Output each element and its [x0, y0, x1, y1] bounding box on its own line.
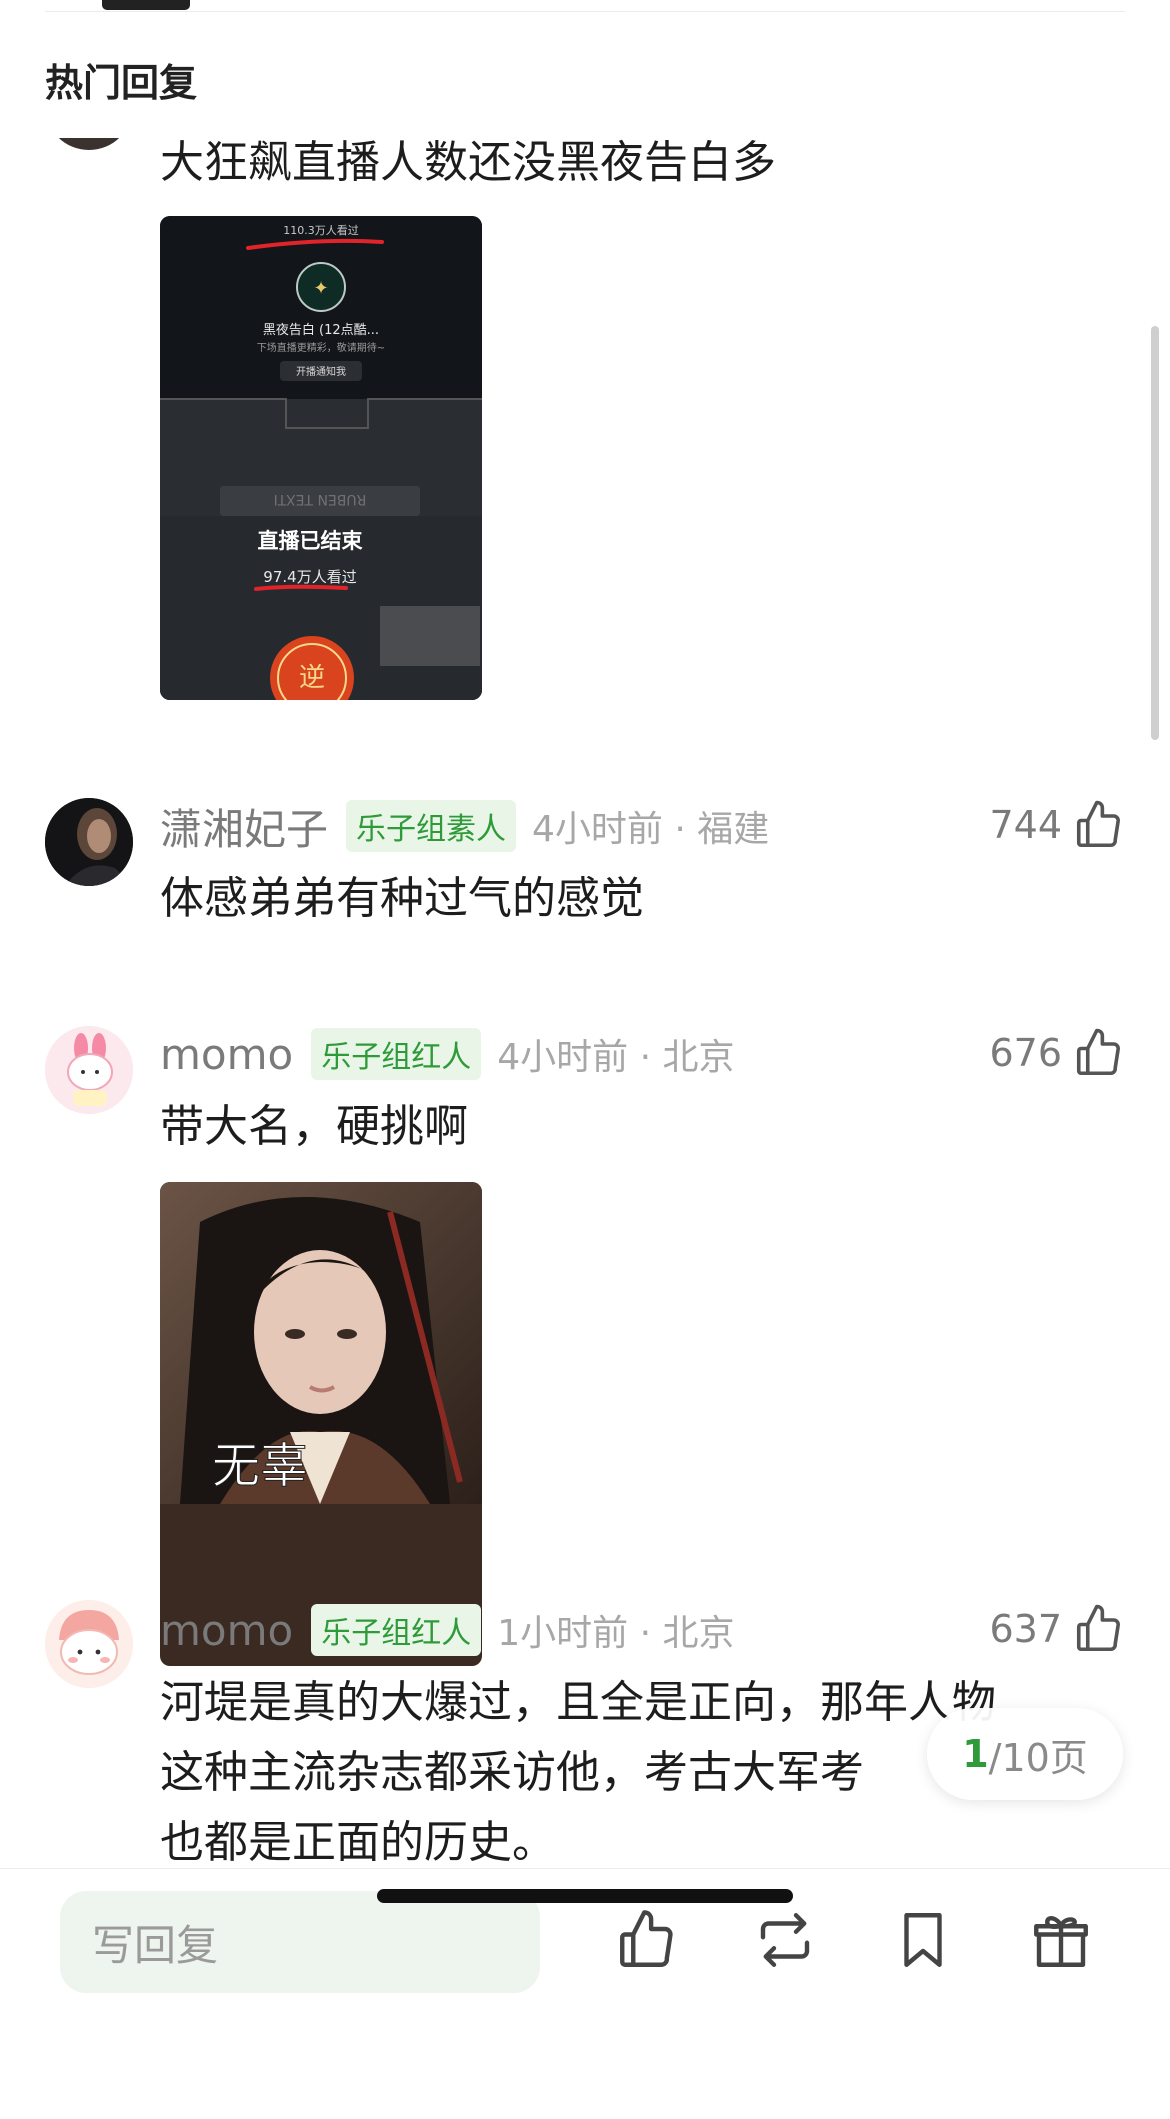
- live-screenshot-graphic: 110.3万人看过 ✦ 黑夜告白 (12点酷... 下场直播更精彩，敬请期待~ …: [160, 216, 482, 700]
- comment-meta: 潇湘妃子 乐子组素人 4小时前 · 福建: [160, 796, 769, 856]
- avatar[interactable]: [45, 1026, 133, 1114]
- like-count: 676: [989, 1031, 1062, 1075]
- username[interactable]: momo: [160, 1030, 293, 1079]
- like-count: 637: [989, 1607, 1062, 1651]
- notify-button: 开播通知我: [296, 365, 346, 378]
- top-divider: [45, 11, 1125, 12]
- comment-image-portrait[interactable]: 无辜: [160, 1182, 482, 1666]
- scrollbar[interactable]: [1151, 326, 1159, 740]
- user-badge[interactable]: 乐子组红人: [311, 1028, 482, 1080]
- time-location: 4小时前 · 北京: [497, 1037, 735, 1078]
- svg-text:逆: 逆: [299, 663, 325, 693]
- active-tab-indicator: [102, 0, 190, 10]
- time-location: 1小时前 · 北京: [497, 1613, 735, 1654]
- user-badge[interactable]: 乐子组红人: [311, 1604, 482, 1656]
- thumbs-up-icon[interactable]: [1072, 798, 1126, 852]
- top-views-text: 110.3万人看过: [283, 223, 359, 237]
- page-indicator[interactable]: 1 /10页: [927, 1708, 1123, 1800]
- home-indicator: [377, 1889, 793, 1903]
- comment-text-line: 这种主流杂志都采访他，考古大军考: [160, 1747, 864, 1798]
- like-count: 744: [989, 803, 1062, 847]
- reply-input[interactable]: 写回复: [60, 1891, 540, 1993]
- bottom-action-bar: 写回复: [0, 1868, 1170, 2119]
- section-title: 热门回复: [45, 61, 198, 105]
- repost-icon[interactable]: [752, 1907, 818, 1973]
- comment-text-line: 河堤是真的大爆过，且全是正向，那年人物: [160, 1677, 996, 1728]
- stream-subtitle: 下场直播更精彩，敬请期待~: [257, 341, 385, 354]
- current-page: 1: [962, 1732, 989, 1776]
- portrait-graphic: 无辜: [160, 1182, 482, 1504]
- user-badge[interactable]: 乐子组素人: [346, 800, 517, 852]
- avatar-illustration: [45, 1026, 133, 1114]
- comment-text: 带大名，硬挑啊: [160, 1101, 468, 1152]
- time-location: 4小时前 · 福建: [532, 809, 770, 850]
- plate-text: RUBEN TEXTI: [274, 491, 367, 507]
- comment-meta: momo 乐子组红人 4小时前 · 北京: [160, 1024, 734, 1084]
- avatar[interactable]: [45, 1600, 133, 1688]
- comment-image-live-screenshot[interactable]: 110.3万人看过 ✦ 黑夜告白 (12点酷... 下场直播更精彩，敬请期待~ …: [160, 216, 482, 700]
- comment-meta: momo 乐子组红人 1小时前 · 北京: [160, 1600, 734, 1660]
- avatar-illustration: [45, 1600, 133, 1688]
- comment-text: 体感弟弟有种过气的感觉: [160, 873, 644, 924]
- avatar-photo: [45, 798, 133, 886]
- username[interactable]: 潇湘妃子: [160, 796, 328, 857]
- gift-icon[interactable]: [1028, 1907, 1094, 1973]
- live-ended-label: 直播已结束: [258, 529, 364, 553]
- avatar[interactable]: [45, 798, 133, 886]
- stream-title: 黑夜告白 (12点酷...: [263, 322, 379, 338]
- bookmark-icon[interactable]: [890, 1907, 956, 1973]
- svg-text:✦: ✦: [313, 278, 328, 299]
- thumbs-up-icon[interactable]: [1072, 1602, 1126, 1656]
- like-icon[interactable]: [614, 1907, 680, 1973]
- image-caption: 无辜: [212, 1438, 308, 1494]
- total-pages: /10页: [988, 1735, 1088, 1780]
- username[interactable]: momo: [160, 1606, 293, 1655]
- thumbs-up-icon[interactable]: [1072, 1026, 1126, 1080]
- live-ended-views: 97.4万人看过: [263, 568, 356, 586]
- comment-text: 大狂飙直播人数还没黑夜告白多: [160, 137, 776, 188]
